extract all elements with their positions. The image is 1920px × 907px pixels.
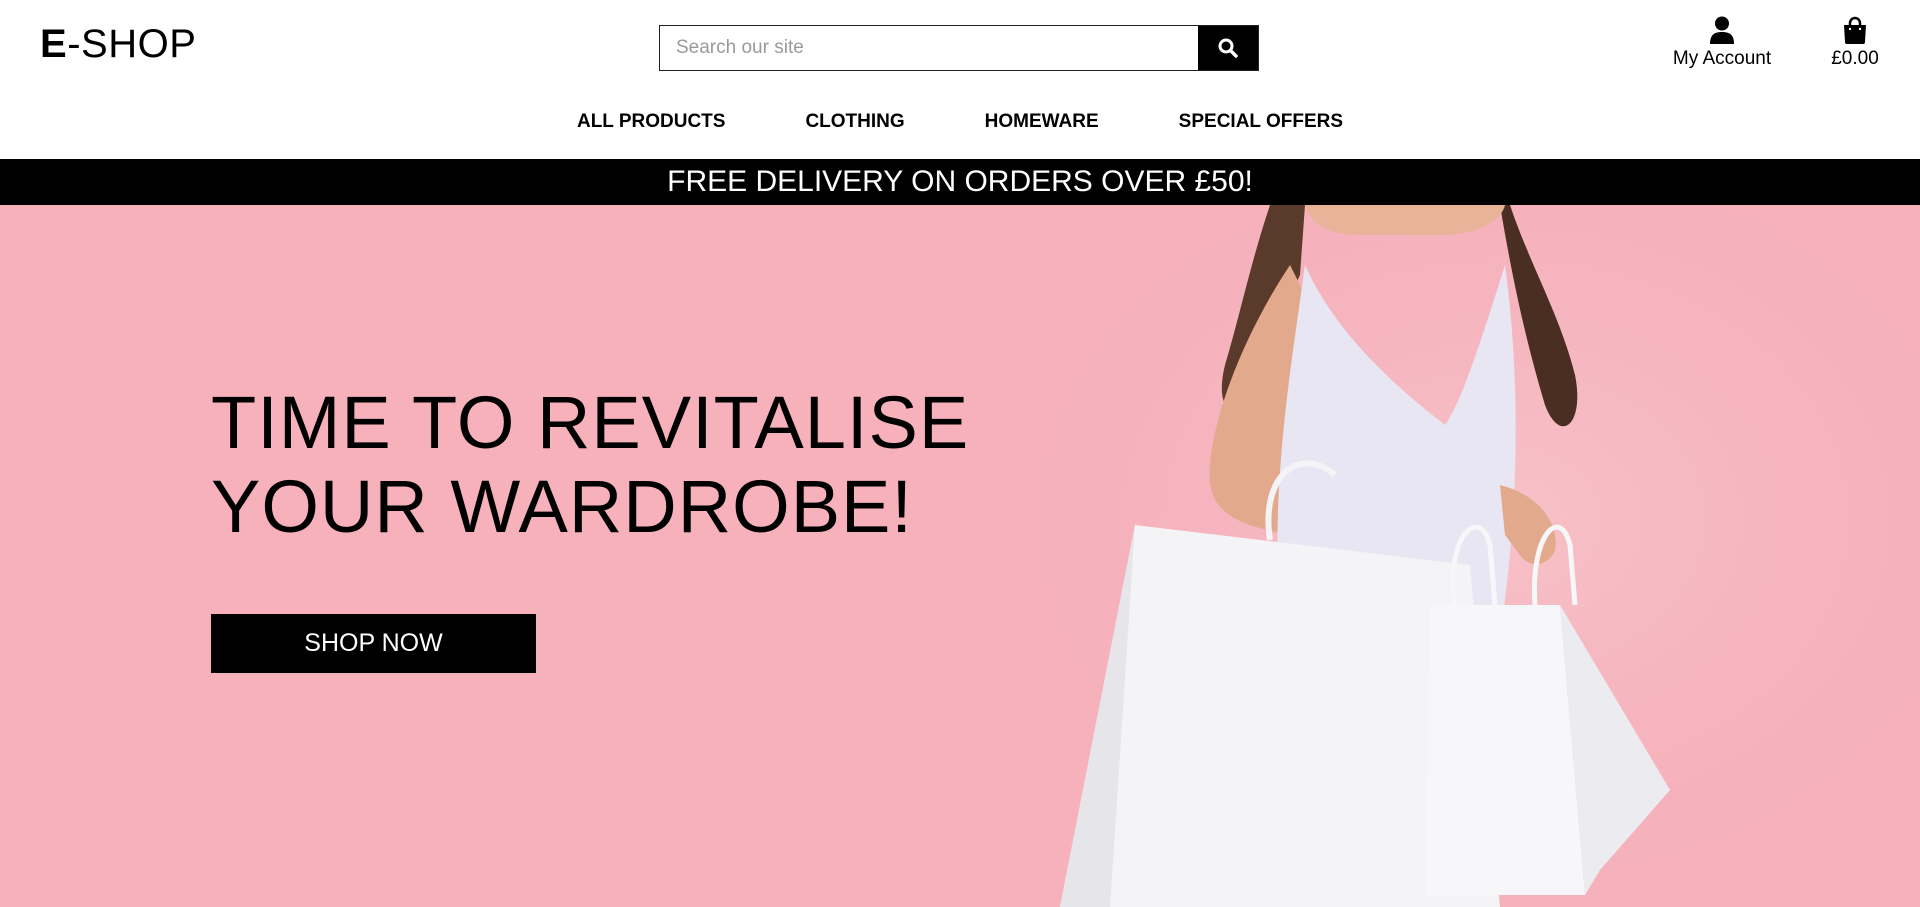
search-form (659, 25, 1259, 71)
shopping-bag-icon (1844, 16, 1866, 44)
user-icon (1710, 16, 1734, 44)
nav-item-homeware[interactable]: HOMEWARE (985, 111, 1099, 133)
hero-section: TIME TO REVITALISE YOUR WARDROBE! SHOP N… (0, 205, 1920, 907)
search-icon (1218, 38, 1238, 58)
search-button[interactable] (1198, 26, 1258, 70)
main-nav: ALL PRODUCTS CLOTHING HOMEWARE SPECIAL O… (0, 111, 1920, 133)
logo-text: -SHOP (67, 22, 197, 66)
nav-item-special-offers[interactable]: SPECIAL OFFERS (1179, 111, 1343, 133)
hero-title-line1: TIME TO REVITALISE (211, 381, 970, 464)
shopping-bag-link[interactable]: £0.00 (1815, 16, 1895, 70)
search-input[interactable] (660, 26, 1198, 70)
delivery-banner: FREE DELIVERY ON ORDERS OVER £50! (0, 159, 1920, 205)
nav-item-clothing[interactable]: CLOTHING (805, 111, 904, 133)
site-logo[interactable]: E-SHOP (40, 22, 196, 67)
bag-total: £0.00 (1831, 48, 1879, 69)
hero-title-line2: YOUR WARDROBE! (211, 465, 913, 548)
hero-model-photo (1000, 205, 1920, 907)
my-account-label: My Account (1672, 48, 1772, 69)
my-account-link[interactable]: My Account (1660, 16, 1784, 70)
hero-title: TIME TO REVITALISE YOUR WARDROBE! (211, 381, 969, 549)
shop-now-button[interactable]: SHOP NOW (211, 614, 536, 673)
logo-letter: E (40, 22, 68, 66)
nav-item-all-products[interactable]: ALL PRODUCTS (577, 111, 725, 133)
site-header: E-SHOP My Account £0.00 ALL PRODUCTS CLO… (0, 0, 1920, 159)
